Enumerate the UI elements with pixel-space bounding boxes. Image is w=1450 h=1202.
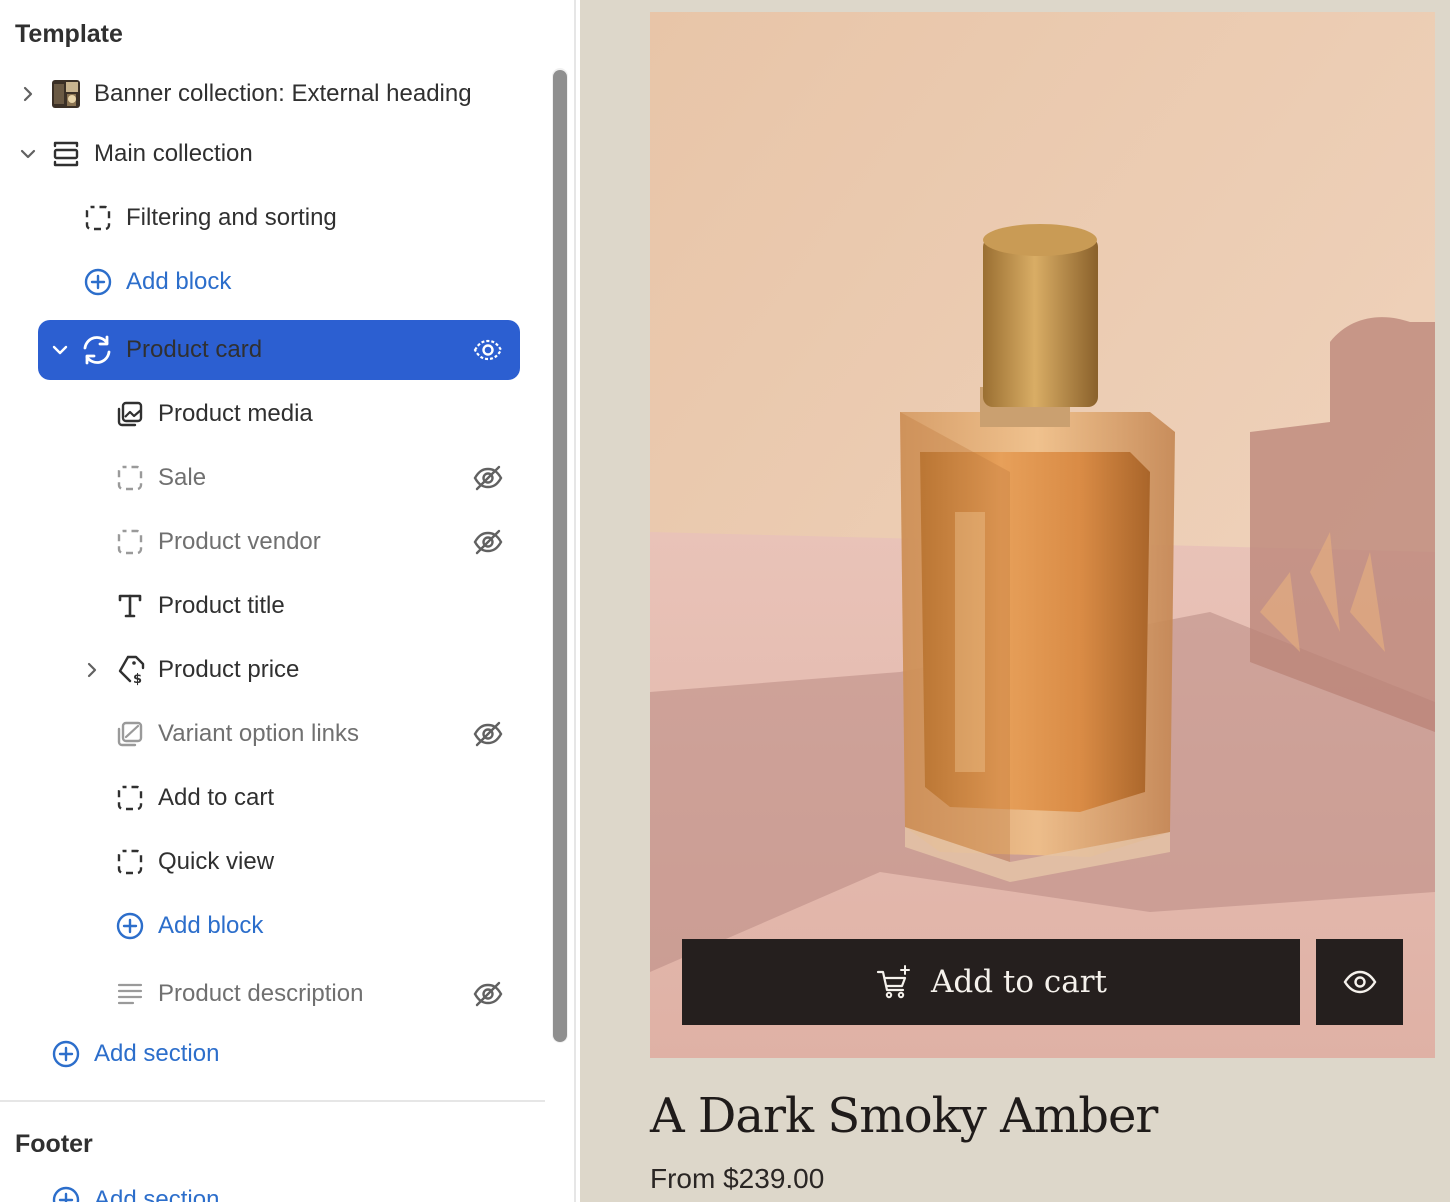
block-outline-icon [116, 848, 144, 876]
eye-icon [1343, 970, 1376, 994]
add-to-cart-button[interactable]: Add to cart [682, 939, 1300, 1025]
add-section-label: Add section [94, 1186, 220, 1202]
block-filtering-and-sorting[interactable]: Filtering and sorting [0, 188, 540, 248]
sidebar-item-label: Variant option links [158, 720, 359, 747]
block-product-price[interactable]: $ Product price [0, 640, 540, 700]
variant-icon [116, 720, 144, 748]
sidebar-item-label: Product media [158, 400, 313, 427]
block-outline-icon [116, 528, 144, 556]
block-product-vendor[interactable]: Product vendor [0, 512, 540, 572]
block-product-description[interactable]: Product description [0, 964, 540, 1024]
plus-circle-icon [52, 1186, 80, 1202]
sidebar-item-label: Product vendor [158, 528, 321, 555]
block-outline-icon [116, 784, 144, 812]
product-image[interactable] [650, 12, 1435, 1058]
block-sale[interactable]: Sale [0, 448, 540, 508]
add-block-label: Add block [126, 268, 232, 295]
price-tag-icon: $ [116, 654, 146, 686]
add-block-button[interactable]: Add block [0, 896, 540, 956]
storefront-preview: Add to cart A Dark Smoky Amber From $239… [580, 0, 1450, 1202]
add-block-label: Add block [158, 912, 264, 939]
banner-thumbnail [52, 80, 80, 108]
block-add-to-cart[interactable]: Add to cart [0, 768, 540, 828]
footer-add-section-button[interactable]: Add section [0, 1170, 540, 1202]
section-banner-collection[interactable]: Banner collection: External heading [0, 64, 540, 124]
media-icon [116, 400, 144, 428]
block-product-card[interactable]: Product card [0, 320, 540, 380]
sidebar-item-label: Filtering and sorting [126, 204, 337, 231]
section-icon [52, 140, 80, 168]
eye-hidden-icon[interactable] [472, 528, 504, 556]
eye-hidden-icon[interactable] [472, 720, 504, 748]
sidebar-item-label: Product description [158, 980, 364, 1007]
template-heading: Template [15, 20, 123, 48]
paragraph-icon [116, 980, 144, 1008]
plus-circle-icon [116, 912, 144, 940]
chevron-right-icon[interactable] [80, 658, 104, 682]
divider [0, 1100, 545, 1102]
block-outline-icon [116, 464, 144, 492]
scrollbar-thumb[interactable] [553, 70, 567, 1042]
text-icon [116, 592, 144, 620]
chevron-right-icon[interactable] [16, 82, 40, 106]
eye-hidden-icon[interactable] [472, 980, 504, 1008]
footer-heading: Footer [15, 1130, 93, 1158]
svg-text:$: $ [133, 672, 142, 686]
theme-editor-sidebar: Template Banner collection: External hea… [0, 0, 576, 1202]
eye-visible-icon[interactable] [472, 336, 504, 364]
add-to-cart-label: Add to cart [930, 964, 1108, 1000]
plus-circle-icon [52, 1040, 80, 1068]
chevron-down-icon[interactable] [16, 142, 40, 166]
sidebar-item-label: Main collection [94, 140, 253, 167]
block-product-media[interactable]: Product media [0, 384, 540, 444]
sidebar-item-label: Product price [158, 656, 300, 683]
block-quick-view[interactable]: Quick view [0, 832, 540, 892]
product-title[interactable]: A Dark Smoky Amber [650, 1088, 1158, 1144]
sidebar-item-label: Banner collection: External heading [94, 80, 472, 107]
plus-circle-icon [84, 268, 112, 296]
section-main-collection[interactable]: Main collection [0, 124, 540, 184]
add-section-button[interactable]: Add section [0, 1024, 540, 1084]
product-price: From $239.00 [650, 1163, 825, 1194]
block-product-title[interactable]: Product title [0, 576, 540, 636]
sidebar-item-label: Quick view [158, 848, 275, 875]
add-block-button[interactable]: Add block [0, 252, 540, 312]
block-variant-option-links[interactable]: Variant option links [0, 704, 540, 764]
block-outline-icon [84, 204, 112, 232]
chevron-down-icon[interactable] [48, 338, 72, 362]
cart-plus-icon [876, 965, 910, 999]
sidebar-item-label: Product title [158, 592, 285, 619]
divider [574, 0, 576, 1202]
sidebar-item-label: Add to cart [158, 784, 275, 811]
eye-hidden-icon[interactable] [472, 464, 504, 492]
sidebar-item-label: Sale [158, 464, 207, 491]
add-section-label: Add section [94, 1040, 220, 1067]
quick-view-button[interactable] [1316, 939, 1403, 1025]
refresh-icon [80, 334, 114, 366]
sidebar-item-label: Product card [126, 336, 263, 363]
